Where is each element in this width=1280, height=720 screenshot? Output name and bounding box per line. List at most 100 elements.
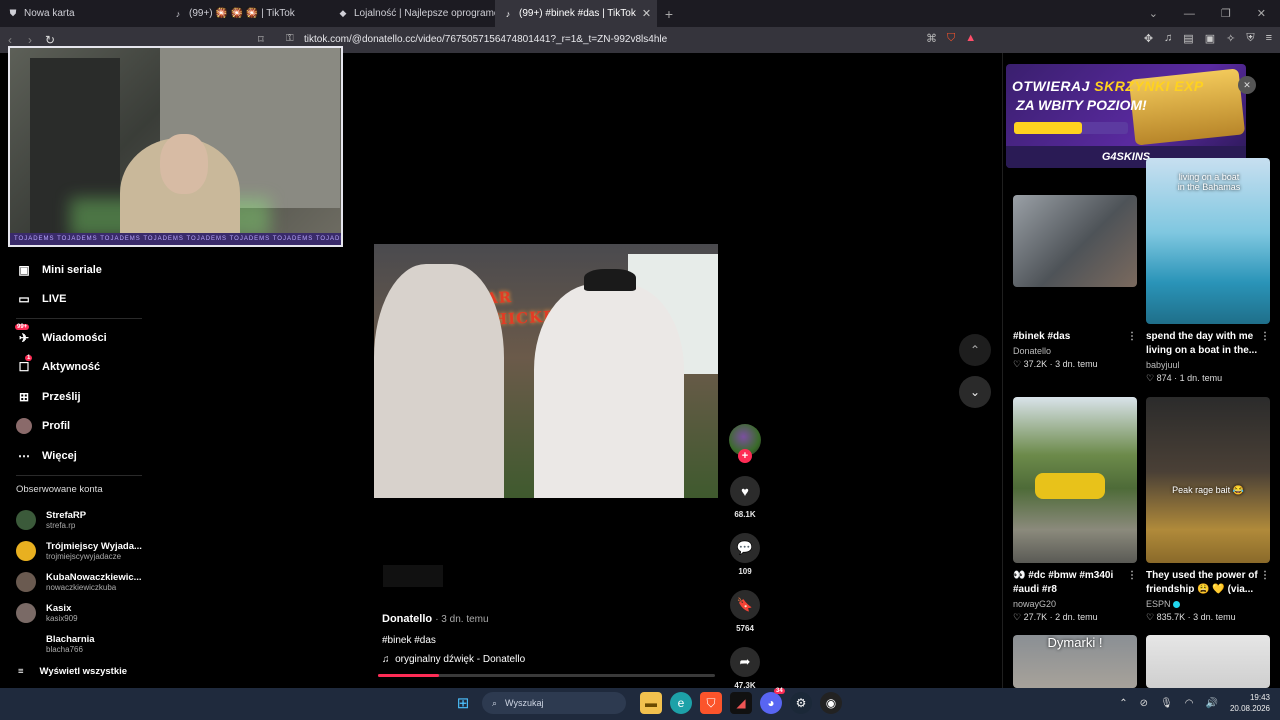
brave-icon[interactable]: ⛉ (700, 692, 722, 714)
network-off-icon[interactable]: ⊘ (1140, 698, 1148, 709)
tab-list-icon[interactable]: ⌄ (1149, 7, 1158, 20)
close-icon[interactable]: ✕ (642, 7, 651, 20)
vpn-icon[interactable]: ⛨ (1246, 32, 1254, 45)
caption-placeholder (383, 565, 443, 587)
person-right (534, 284, 684, 498)
windows-start-icon[interactable]: ⊞ (452, 692, 474, 714)
menu-icon[interactable]: ≡ (1266, 32, 1272, 45)
media-icon[interactable]: ♫ (1164, 32, 1172, 45)
prev-video-button[interactable]: ⌃ (959, 334, 991, 366)
steam-icon[interactable]: ⚙ (790, 692, 812, 714)
sidebar-icon[interactable]: ▤ (1183, 32, 1193, 45)
video-progress-bar[interactable] (378, 674, 715, 677)
heart-icon: ♥ (741, 483, 749, 499)
sidebar-item-more[interactable]: ⋯ Więcej (0, 441, 150, 471)
video-hashtags[interactable]: #binek #das (382, 635, 525, 646)
recommended-video-card[interactable]: #binek #das ⋮ Donatello ♡ 37.2K · 3 dn. t… (1013, 195, 1137, 370)
sidebar-item-messages[interactable]: ✈ 99+ Wiadomości (0, 323, 150, 353)
more-options-icon[interactable]: ⋮ (1260, 569, 1270, 583)
author-avatar[interactable]: + (729, 424, 761, 463)
close-window-icon[interactable]: ✕ (1257, 7, 1266, 20)
rewards-icon[interactable]: ▲ (965, 32, 976, 45)
avatar (16, 572, 36, 592)
sidebar-item-label: Aktywność (42, 361, 101, 374)
close-icon[interactable]: ✕ (1238, 76, 1256, 94)
app-icon[interactable]: ◢ (730, 692, 752, 714)
next-video-button[interactable]: ⌄ (959, 376, 991, 408)
show-all-link[interactable]: ≡ Wyświetl wszystkie (0, 666, 150, 677)
site-info-icon[interactable]: ⚿ (286, 33, 294, 44)
bookmark-icon: 🔖 (736, 597, 754, 612)
more-icon: ⋯ (18, 448, 30, 463)
chevron-up-icon: ⌃ (959, 334, 991, 366)
recommended-video-card[interactable]: Peak rage bait 😂 They used the power of … (1146, 397, 1270, 623)
back-icon[interactable]: ‹ (0, 33, 20, 47)
wallet-icon[interactable]: ▣ (1205, 32, 1215, 45)
followed-account[interactable]: StrefaRP strefa.rp (0, 505, 150, 536)
activity-badge: 1 (25, 355, 33, 362)
url-field[interactable]: tiktok.com/@donatello.cc/video/767505715… (304, 34, 667, 45)
like-button[interactable]: ♥ (730, 476, 760, 506)
sidebar-item-live[interactable]: ▭ LIVE (0, 285, 150, 315)
chevron-up-icon[interactable]: ⌃ (1119, 698, 1127, 709)
more-options-icon[interactable]: ⋮ (1260, 330, 1270, 344)
discord-icon[interactable]: ◕ 34 (760, 688, 785, 714)
account-handle: kasix909 (46, 614, 78, 623)
tab-tiktok-1[interactable]: ♪ (99+) 🎇 🎇 🎇 | TikTok (165, 0, 330, 27)
edge-icon[interactable]: e (670, 692, 692, 714)
sidebar-item-upload[interactable]: ⊞ Prześlij (0, 382, 150, 412)
comment-button[interactable]: 💬 (730, 533, 760, 563)
like-count: 68.1K (734, 510, 756, 519)
clock[interactable]: 19:43 20.08.2026 (1230, 692, 1270, 714)
volume-icon[interactable]: 🔊 (1206, 698, 1218, 709)
discord-badge: 34 (774, 688, 785, 694)
recommended-video-card[interactable] (1146, 635, 1270, 688)
new-tab-button[interactable]: + (657, 6, 681, 22)
sidebar-item-profile[interactable]: Profil (0, 412, 150, 442)
extensions-icon[interactable]: ✥ (1144, 32, 1153, 45)
chevron-down-icon: ⌄ (959, 376, 991, 408)
leo-icon[interactable]: ✧ (1226, 32, 1235, 45)
heart-outline-icon: ♡ (1146, 612, 1155, 622)
sidebar-item-activity[interactable]: ☐ 1 Aktywność (0, 353, 150, 383)
tab-new-tab[interactable]: ⛊ Nowa karta (0, 0, 165, 27)
file-explorer-icon[interactable]: ▬ (640, 692, 662, 714)
share-button[interactable]: ➦ (730, 647, 760, 677)
sidebar-item-mini-seriale[interactable]: ▣ Mini seriale (0, 255, 150, 285)
avatar (16, 510, 36, 530)
tab-title: (99+) 🎇 🎇 🎇 | TikTok (189, 8, 295, 19)
followed-account[interactable]: Blacharnia blacha766 (0, 629, 150, 660)
restore-icon[interactable]: ❐ (1221, 7, 1231, 20)
more-options-icon[interactable]: ⋮ (1127, 330, 1137, 344)
tab-tiktok-active[interactable]: ♪ (99+) #binek #das | TikTok ✕ (495, 0, 657, 27)
recommended-video-card[interactable]: Dymarki ! (1013, 635, 1137, 688)
browser-icon: ⛊ (9, 8, 17, 18)
minimize-icon[interactable]: — (1184, 8, 1195, 20)
ad-banner[interactable]: OTWIERAJ SKRZYNKI EXP ZA WBITY POZIOM! G… (1006, 64, 1246, 168)
followed-account[interactable]: Kasix kasix909 (0, 598, 150, 629)
window-controls: ⌄ — ❐ ✕ (1149, 0, 1280, 27)
reload-icon[interactable]: ↻ (40, 33, 60, 47)
bookmark-icon[interactable]: ⌑ (258, 33, 264, 46)
sidebar-item-label: Mini seriale (42, 263, 102, 276)
more-options-icon[interactable]: ⋮ (1127, 569, 1137, 583)
wifi-icon[interactable]: ◠ (1185, 698, 1194, 709)
taskbar-apps: ⊞ ⌕ Wyszukaj ▬ e ⛉ ◢ ◕ 34 ⚙ ◉ (452, 688, 842, 714)
taskbar-search[interactable]: ⌕ Wyszukaj (482, 692, 626, 714)
obs-icon[interactable]: ◉ (820, 692, 842, 714)
microphone-icon[interactable]: 🎙 (1160, 698, 1173, 709)
video-music[interactable]: ♫ oryginalny dźwięk - Donatello (382, 654, 525, 665)
save-button[interactable]: 🔖 (730, 590, 760, 620)
recommended-video-card[interactable]: 👀 #dc #bmw #m340i #audi #r8 ⋮ nowayG20 ♡ … (1013, 397, 1137, 623)
brave-shield-icon[interactable]: ⛉ (947, 32, 955, 45)
tab-lojalnosc[interactable]: ◆ Lojalność | Najlepsze oprogramowan (330, 0, 495, 27)
follow-plus-icon[interactable]: + (738, 449, 752, 463)
video-author[interactable]: Donatello · 3 dn. temu (382, 613, 525, 625)
followed-account[interactable]: Trójmiejscy Wyjada... trojmiejscywyjadacz… (0, 536, 150, 567)
video-player[interactable]: ŻAR CHICKEN (374, 244, 718, 498)
followed-account[interactable]: KubaNowaczkiewic... nowaczkiewiczkuba (0, 567, 150, 598)
translate-icon[interactable]: ⌘ (926, 32, 937, 45)
forward-icon[interactable]: › (20, 33, 40, 47)
recommended-video-card[interactable]: living on a boat in the Bahamas spend th… (1146, 158, 1270, 384)
diamond-icon: ◆ (339, 8, 347, 18)
